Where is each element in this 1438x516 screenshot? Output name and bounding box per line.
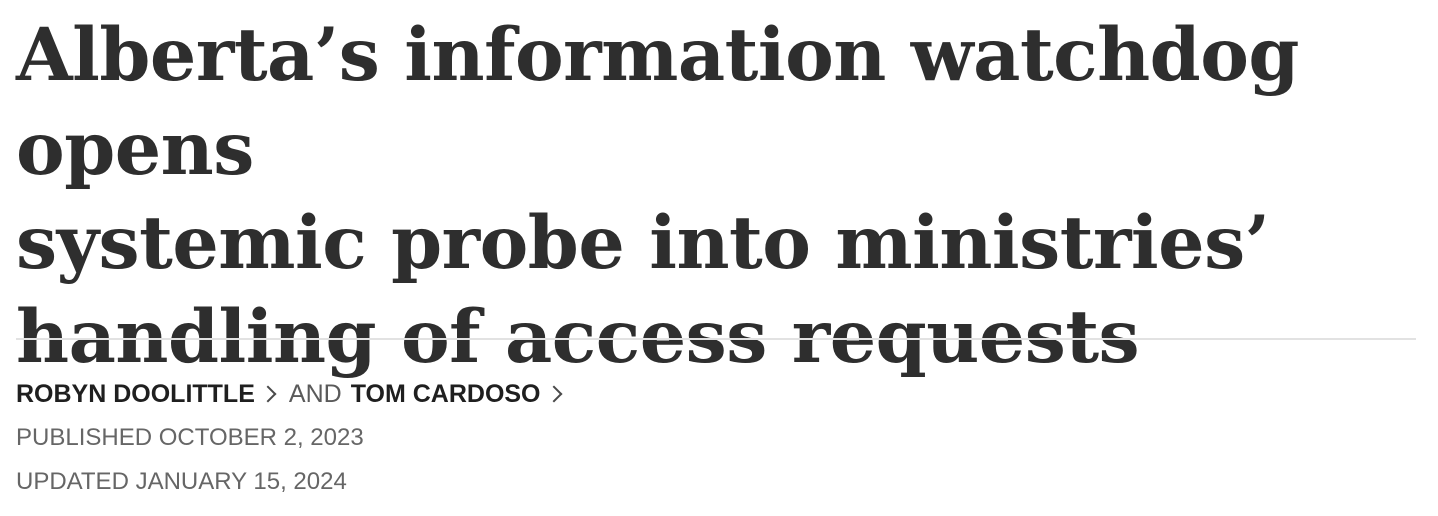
headline-line: systemic probe into ministries’ (16, 200, 1270, 286)
divider (16, 338, 1416, 340)
chevron-right-icon (259, 385, 277, 403)
headline: Alberta’s information watchdog opens sys… (16, 0, 1416, 384)
author-link-tom-cardoso[interactable]: TOM CARDOSO (351, 380, 575, 409)
headline-line: handling of access requests (16, 294, 1140, 380)
headline-line: Alberta’s information watchdog opens (16, 12, 1299, 192)
updated-date: UPDATED JANUARY 15, 2024 (16, 468, 347, 495)
byline: ROBYN DOOLITTLE AND TOM CARDOSO (16, 376, 575, 412)
published-date: PUBLISHED OCTOBER 2, 2023 (16, 424, 364, 451)
chevron-right-icon (545, 385, 563, 403)
author-conjunction: AND (288, 379, 342, 408)
author-name: TOM CARDOSO (350, 379, 541, 408)
author-name: ROBYN DOOLITTLE (16, 379, 255, 408)
author-link-robyn-doolittle[interactable]: ROBYN DOOLITTLE (16, 380, 289, 409)
article-header: Alberta’s information watchdog opens sys… (16, 0, 1416, 495)
